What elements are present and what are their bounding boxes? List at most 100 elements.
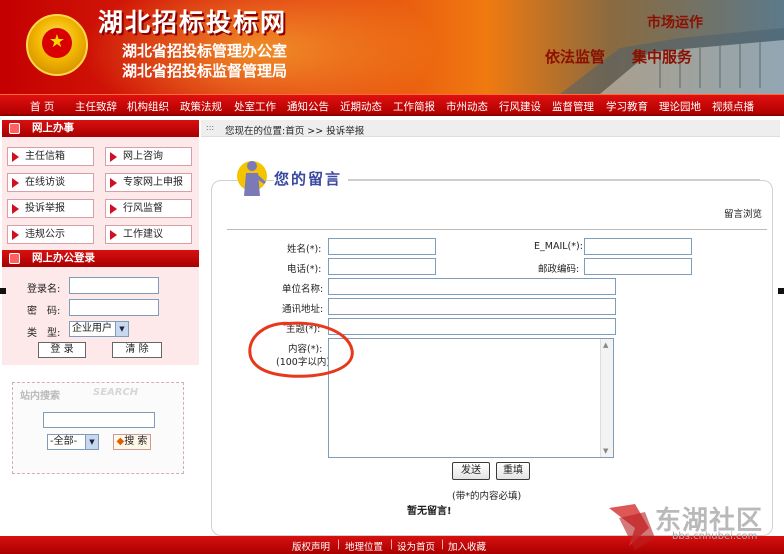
password-input[interactable] — [69, 299, 159, 316]
breadcrumb-home[interactable]: 首页 — [285, 126, 304, 137]
arrow-icon — [12, 178, 19, 188]
form-divider — [227, 229, 767, 230]
breadcrumb-dots-icon: ::: — [206, 123, 215, 132]
sidebar: 网上办事 主任信箱 网上咨询 在线访谈 专家网上申报 投诉举报 行风监督 违规公… — [0, 118, 199, 536]
company-input[interactable] — [328, 278, 616, 295]
subject-input[interactable] — [328, 318, 616, 335]
national-emblem-icon: ★ — [26, 14, 88, 76]
nav-item-notices[interactable]: 通知公告 — [287, 99, 329, 114]
scroll-up-icon: ▲ — [603, 341, 609, 349]
arrow-icon — [12, 152, 19, 162]
arrow-icon — [12, 230, 19, 240]
nav-item-conduct[interactable]: 行风建设 — [499, 99, 541, 114]
required-note: (带*的内容必填) — [452, 491, 522, 502]
guestbook-person-icon — [237, 161, 267, 196]
site-title: 湖北招标投标网 — [98, 8, 288, 37]
nav-item-director-speech[interactable]: 主任致辞 — [75, 99, 117, 114]
breadcrumb-current: 投诉举报 — [326, 126, 365, 137]
login-header: 网上办公登录 — [2, 250, 199, 267]
company-label: 单位名称: — [282, 284, 324, 295]
footer-link-copyright[interactable]: 版权声明 — [292, 539, 330, 553]
chevron-down-icon: ▼ — [115, 322, 128, 336]
menu-online-interview[interactable]: 在线访谈 — [7, 173, 94, 192]
menu-expert-apply[interactable]: 专家网上申报 — [105, 173, 192, 192]
arrow-icon — [110, 178, 117, 188]
nav-item-education[interactable]: 学习教育 — [606, 99, 648, 114]
menu-conduct-supervision[interactable]: 行风监督 — [105, 199, 192, 218]
nav-item-supervision[interactable]: 监督管理 — [552, 99, 594, 114]
login-button[interactable]: 登 录 — [38, 342, 86, 358]
site-search-box: 站内搜索 SEARCH -全部- ▼ ◆搜 索 — [12, 382, 184, 474]
online-services-header: 网上办事 — [2, 120, 199, 137]
phone-label: 电话(*): — [287, 264, 322, 275]
menu-complaint[interactable]: 投诉举报 — [7, 199, 94, 218]
arrow-icon — [110, 152, 117, 162]
office-name-1: 湖北省招投标管理办公室 — [122, 42, 288, 60]
login-panel: 登录名: 密 码: 类 型: 企业用户 ▼ 登 录 清 除 — [2, 267, 199, 365]
menu-online-consult[interactable]: 网上咨询 — [105, 147, 192, 166]
slogan-service: 集中服务 — [632, 48, 693, 66]
name-input[interactable] — [328, 238, 436, 255]
nav-item-home[interactable]: 首 页 — [30, 99, 54, 114]
phone-input[interactable] — [328, 258, 436, 275]
edge-marker — [0, 288, 6, 294]
nav-item-news[interactable]: 近期动态 — [340, 99, 382, 114]
breadcrumb: ::: 您现在的位置:首页 >> 投诉举报 — [201, 120, 780, 137]
zip-label: 邮政编码: — [538, 264, 580, 275]
slogan-market: 市场运作 — [647, 15, 703, 31]
online-services-panel: 主任信箱 网上咨询 在线访谈 专家网上申报 投诉举报 行风监督 违规公示 工作建… — [2, 137, 199, 250]
menu-director-mailbox[interactable]: 主任信箱 — [7, 147, 94, 166]
search-title: 站内搜索 — [20, 391, 60, 402]
main-nav: 首 页 主任致辞 机构组织 政策法规 处室工作 通知公告 近期动态 工作简报 市… — [0, 94, 784, 116]
scroll-down-icon: ▼ — [603, 447, 609, 455]
page-root: ★ 湖北招标投标网 湖北省招投标管理办公室 湖北省招投标监督管理局 市场运作 依… — [0, 0, 784, 554]
nav-item-video[interactable]: 视频点播 — [712, 99, 754, 114]
user-type-select[interactable]: 企业用户 ▼ — [69, 321, 129, 337]
section-icon — [9, 123, 20, 134]
menu-violation-notice[interactable]: 违规公示 — [7, 225, 94, 244]
footer-separator: | — [441, 539, 445, 550]
nav-item-theory[interactable]: 理论园地 — [659, 99, 701, 114]
search-button[interactable]: ◆搜 索 — [113, 434, 151, 450]
footer-link-location[interactable]: 地理位置 — [345, 539, 383, 553]
watermark-url: bbs.cnhubei.com — [672, 531, 758, 542]
username-input[interactable] — [69, 277, 159, 294]
email-label: E_MAIL(*): — [534, 241, 583, 252]
menu-work-suggestion[interactable]: 工作建议 — [105, 225, 192, 244]
title-divider — [340, 179, 760, 180]
password-label: 密 码: — [27, 306, 61, 317]
content-textarea[interactable]: ▲ ▼ — [328, 338, 614, 458]
arrow-icon — [110, 204, 117, 214]
clear-button[interactable]: 清 除 — [112, 342, 162, 358]
arrow-icon — [110, 230, 117, 240]
address-label: 通讯地址: — [282, 304, 324, 315]
browse-messages-link[interactable]: 留言浏览 — [724, 206, 762, 220]
section-icon — [9, 253, 20, 264]
address-input[interactable] — [328, 298, 616, 315]
search-input[interactable] — [43, 412, 155, 428]
office-name-2: 湖北省招投标监督管理局 — [122, 62, 288, 80]
no-message-text: 暂无留言! — [407, 506, 452, 517]
name-label: 姓名(*): — [287, 244, 322, 255]
send-button[interactable]: 发送 — [452, 462, 490, 480]
nav-item-briefs[interactable]: 工作简报 — [393, 99, 435, 114]
search-scope-select[interactable]: -全部- ▼ — [47, 434, 99, 450]
nav-item-organization[interactable]: 机构组织 — [127, 99, 169, 114]
textarea-scrollbar[interactable]: ▲ ▼ — [600, 339, 613, 457]
arrow-icon — [12, 204, 19, 214]
nav-item-office-work[interactable]: 处室工作 — [234, 99, 276, 114]
email-input[interactable] — [584, 238, 692, 255]
footer-separator: | — [337, 539, 341, 550]
reset-button[interactable]: 重填 — [496, 462, 530, 480]
type-label: 类 型: — [27, 328, 61, 339]
red-annotation-circle — [248, 321, 354, 378]
edge-marker — [778, 288, 784, 294]
guestbook-title: 您的留言 — [274, 168, 349, 189]
nav-item-policy[interactable]: 政策法规 — [180, 99, 222, 114]
footer-link-homepage[interactable]: 设为首页 — [397, 539, 435, 553]
nav-item-city-news[interactable]: 市州动态 — [446, 99, 488, 114]
zip-input[interactable] — [584, 258, 692, 275]
username-label: 登录名: — [27, 284, 61, 295]
footer-link-favorites[interactable]: 加入收藏 — [448, 539, 486, 553]
slogan-law: 依法监管 — [545, 48, 606, 66]
